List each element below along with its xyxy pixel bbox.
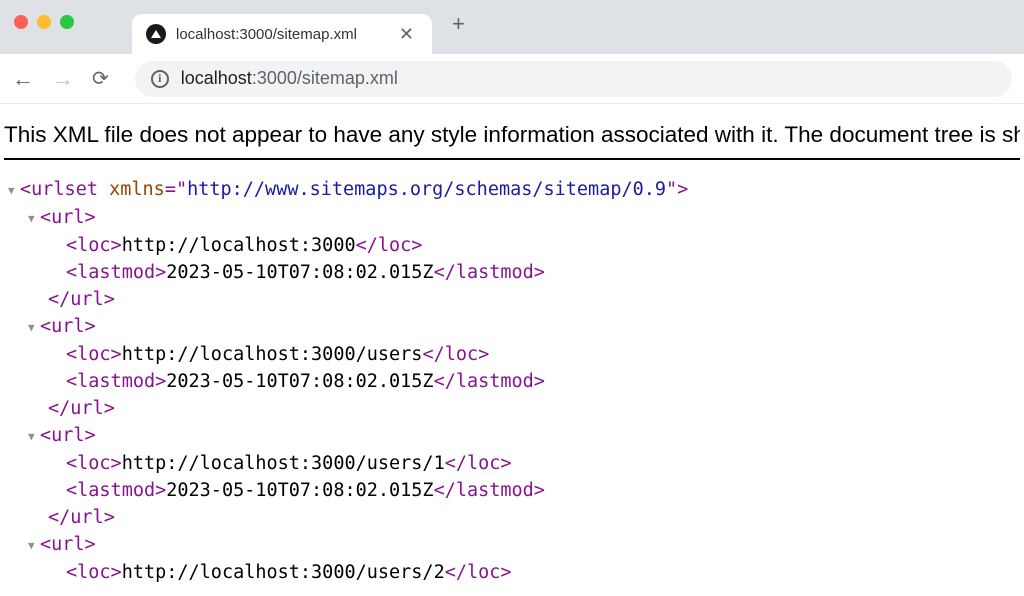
xml-notice: This XML file does not appear to have an… (4, 122, 1020, 160)
url-path: :3000/sitemap.xml (252, 68, 398, 88)
loc-value: http://localhost:3000/users (122, 344, 423, 365)
toolbar: ← → ⟳ i localhost:3000/sitemap.xml (0, 54, 1024, 104)
collapse-toggle-icon[interactable]: ▼ (8, 177, 20, 204)
collapse-toggle-icon[interactable]: ▼ (28, 532, 40, 559)
collapse-toggle-icon[interactable]: ▼ (28, 205, 40, 232)
lastmod-value: 2023-05-10T07:08:02.015Z (166, 371, 433, 392)
content-area: This XML file does not appear to have an… (0, 104, 1024, 586)
address-bar[interactable]: i localhost:3000/sitemap.xml (135, 61, 1012, 97)
site-info-icon[interactable]: i (151, 70, 169, 88)
loc-value: http://localhost:3000 (122, 235, 356, 256)
loc-value: http://localhost:3000/users/1 (122, 453, 445, 474)
collapse-toggle-icon[interactable]: ▼ (28, 423, 40, 450)
tab-strip: localhost:3000/sitemap.xml ✕ + (0, 0, 1024, 54)
new-tab-button[interactable]: + (452, 11, 465, 37)
window-controls (14, 15, 74, 29)
close-icon[interactable]: ✕ (395, 24, 418, 45)
tab-title: localhost:3000/sitemap.xml (176, 26, 385, 43)
browser-tab[interactable]: localhost:3000/sitemap.xml ✕ (132, 14, 432, 54)
loc-value: http://localhost:3000/users/2 (122, 562, 445, 583)
lastmod-value: 2023-05-10T07:08:02.015Z (166, 262, 433, 283)
favicon-icon (146, 24, 166, 44)
window-minimize-button[interactable] (37, 15, 51, 29)
collapse-toggle-icon[interactable]: ▼ (28, 314, 40, 341)
url-text: localhost:3000/sitemap.xml (181, 68, 398, 89)
window-maximize-button[interactable] (60, 15, 74, 29)
lastmod-value: 2023-05-10T07:08:02.015Z (166, 480, 433, 501)
window-close-button[interactable] (14, 15, 28, 29)
back-button[interactable]: ← (12, 66, 34, 92)
reload-button[interactable]: ⟳ (92, 66, 109, 91)
xml-tree: ▼<urlset xmlns="http://www.sitemaps.org/… (4, 176, 1020, 586)
forward-button[interactable]: → (52, 66, 74, 92)
url-host: localhost (181, 68, 252, 88)
